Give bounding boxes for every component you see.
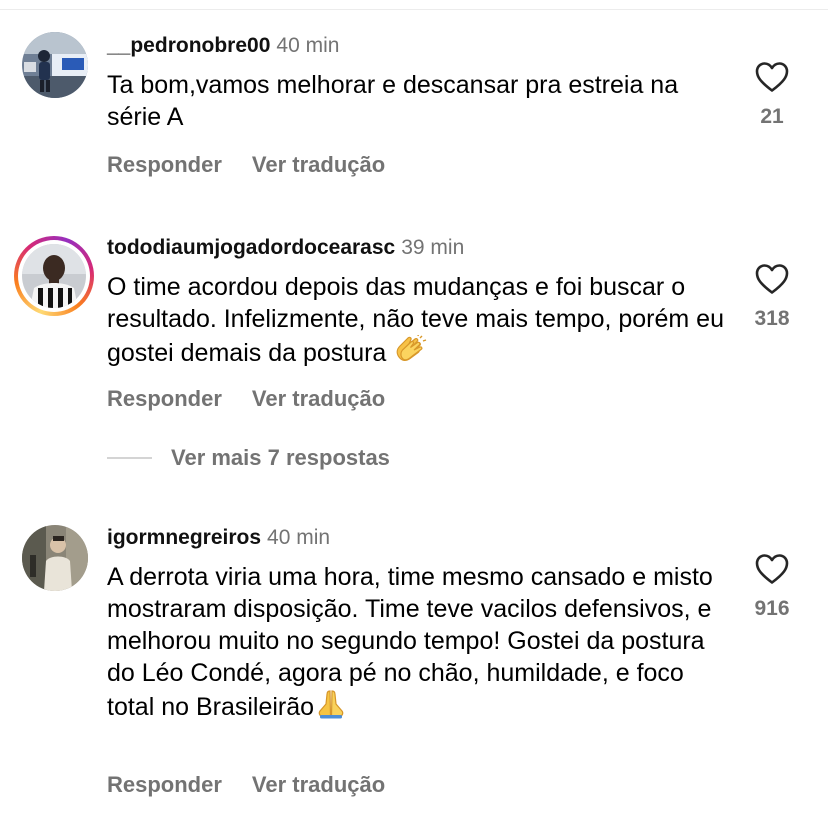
avatar-story-ring[interactable] [14,236,94,316]
comment-header: __pedronobre00 40 min [107,33,339,59]
comment-text: Ta bom,vamos melhorar e descansar pra es… [107,69,727,133]
top-divider [0,9,828,10]
avatar [22,244,86,308]
timestamp: 40 min [267,526,331,549]
reply-button[interactable]: Responder [107,152,222,177]
username[interactable]: igormnegreiros [107,526,261,549]
avatar-photo-icon [22,525,88,591]
comment-text-body: A derrota viria uma hora, time mesmo can… [107,563,713,721]
comment-text-body: Ta bom,vamos melhorar e descansar pra es… [107,71,679,131]
comment-header: igormnegreiros 40 min [107,525,330,551]
comment-text: O time acordou depois das mudanças e foi… [107,271,727,373]
view-more-replies-label[interactable]: Ver mais 7 respostas [171,444,390,472]
avatar-photo-icon [22,32,88,98]
heart-outline-icon[interactable] [755,553,789,585]
comment-actions: Responder Ver tradução [107,385,385,413]
timestamp: 39 min [401,236,465,259]
like-control: 21 [742,61,802,129]
reply-button[interactable]: Responder [107,386,222,411]
username[interactable]: tododiaumjogadordocearasc [107,236,395,259]
like-count: 318 [754,307,790,330]
heart-outline-icon[interactable] [755,263,789,295]
username[interactable]: __pedronobre00 [107,34,270,57]
timestamp: 40 min [276,34,340,57]
like-control: 916 [742,553,802,621]
like-control: 318 [742,263,802,331]
comment-header: tododiaumjogadordocearasc 39 min [107,235,464,261]
comment-actions: Responder Ver tradução [107,771,385,799]
heart-outline-icon[interactable] [755,61,789,93]
like-count: 916 [754,597,790,620]
avatar[interactable] [22,32,88,98]
avatar-photo-icon [22,244,86,308]
comment-text: A derrota viria uma hora, time mesmo can… [107,561,727,727]
comment-actions: Responder Ver tradução [107,151,385,179]
reply-button[interactable]: Responder [107,772,222,797]
like-count: 21 [760,105,784,128]
replies-divider [107,457,152,459]
avatar[interactable] [22,525,88,591]
clapping-hands-emoji [393,333,427,373]
translate-button[interactable]: Ver tradução [252,772,385,797]
folded-hands-emoji [314,689,348,727]
translate-button[interactable]: Ver tradução [252,152,385,177]
translate-button[interactable]: Ver tradução [252,386,385,411]
